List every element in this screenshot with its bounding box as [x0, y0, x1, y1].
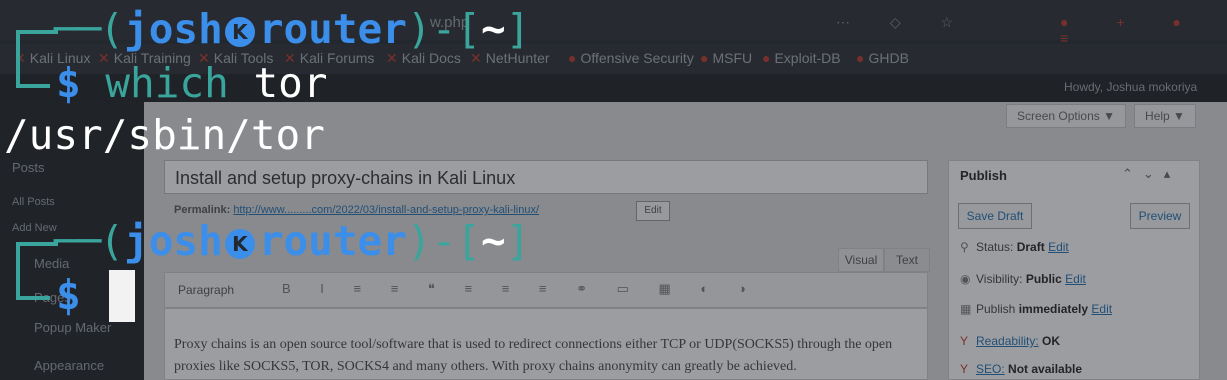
command-arg: tor: [253, 59, 328, 107]
command-line-1: $ which tor: [56, 58, 328, 108]
prompt-host: router: [258, 217, 407, 265]
prompt-line-2: ──(josh Krouter)-[~]: [54, 217, 531, 265]
prompt-user: josh: [124, 217, 223, 265]
kali-skull-icon: K: [224, 17, 255, 47]
prompt-host: router: [258, 5, 407, 53]
terminal[interactable]: ──(josh Krouter)-[~] $ which tor /usr/sbi…: [0, 0, 1227, 380]
kali-skull-icon: K: [224, 229, 255, 259]
prompt-corner-bottom: [16, 68, 50, 88]
command-line-2: $: [56, 270, 81, 320]
command-name: which: [105, 59, 229, 107]
command-output: /usr/sbin/tor: [4, 111, 325, 159]
prompt-symbol: $: [56, 271, 81, 319]
prompt-corner-bottom: [16, 280, 50, 300]
prompt-dir: ~: [480, 217, 506, 265]
prompt-line-1: ──(josh Krouter)-[~]: [54, 5, 531, 53]
terminal-cursor[interactable]: [109, 270, 135, 322]
prompt-user: josh: [124, 5, 223, 53]
prompt-symbol: $: [56, 59, 81, 107]
prompt-dir: ~: [480, 5, 506, 53]
